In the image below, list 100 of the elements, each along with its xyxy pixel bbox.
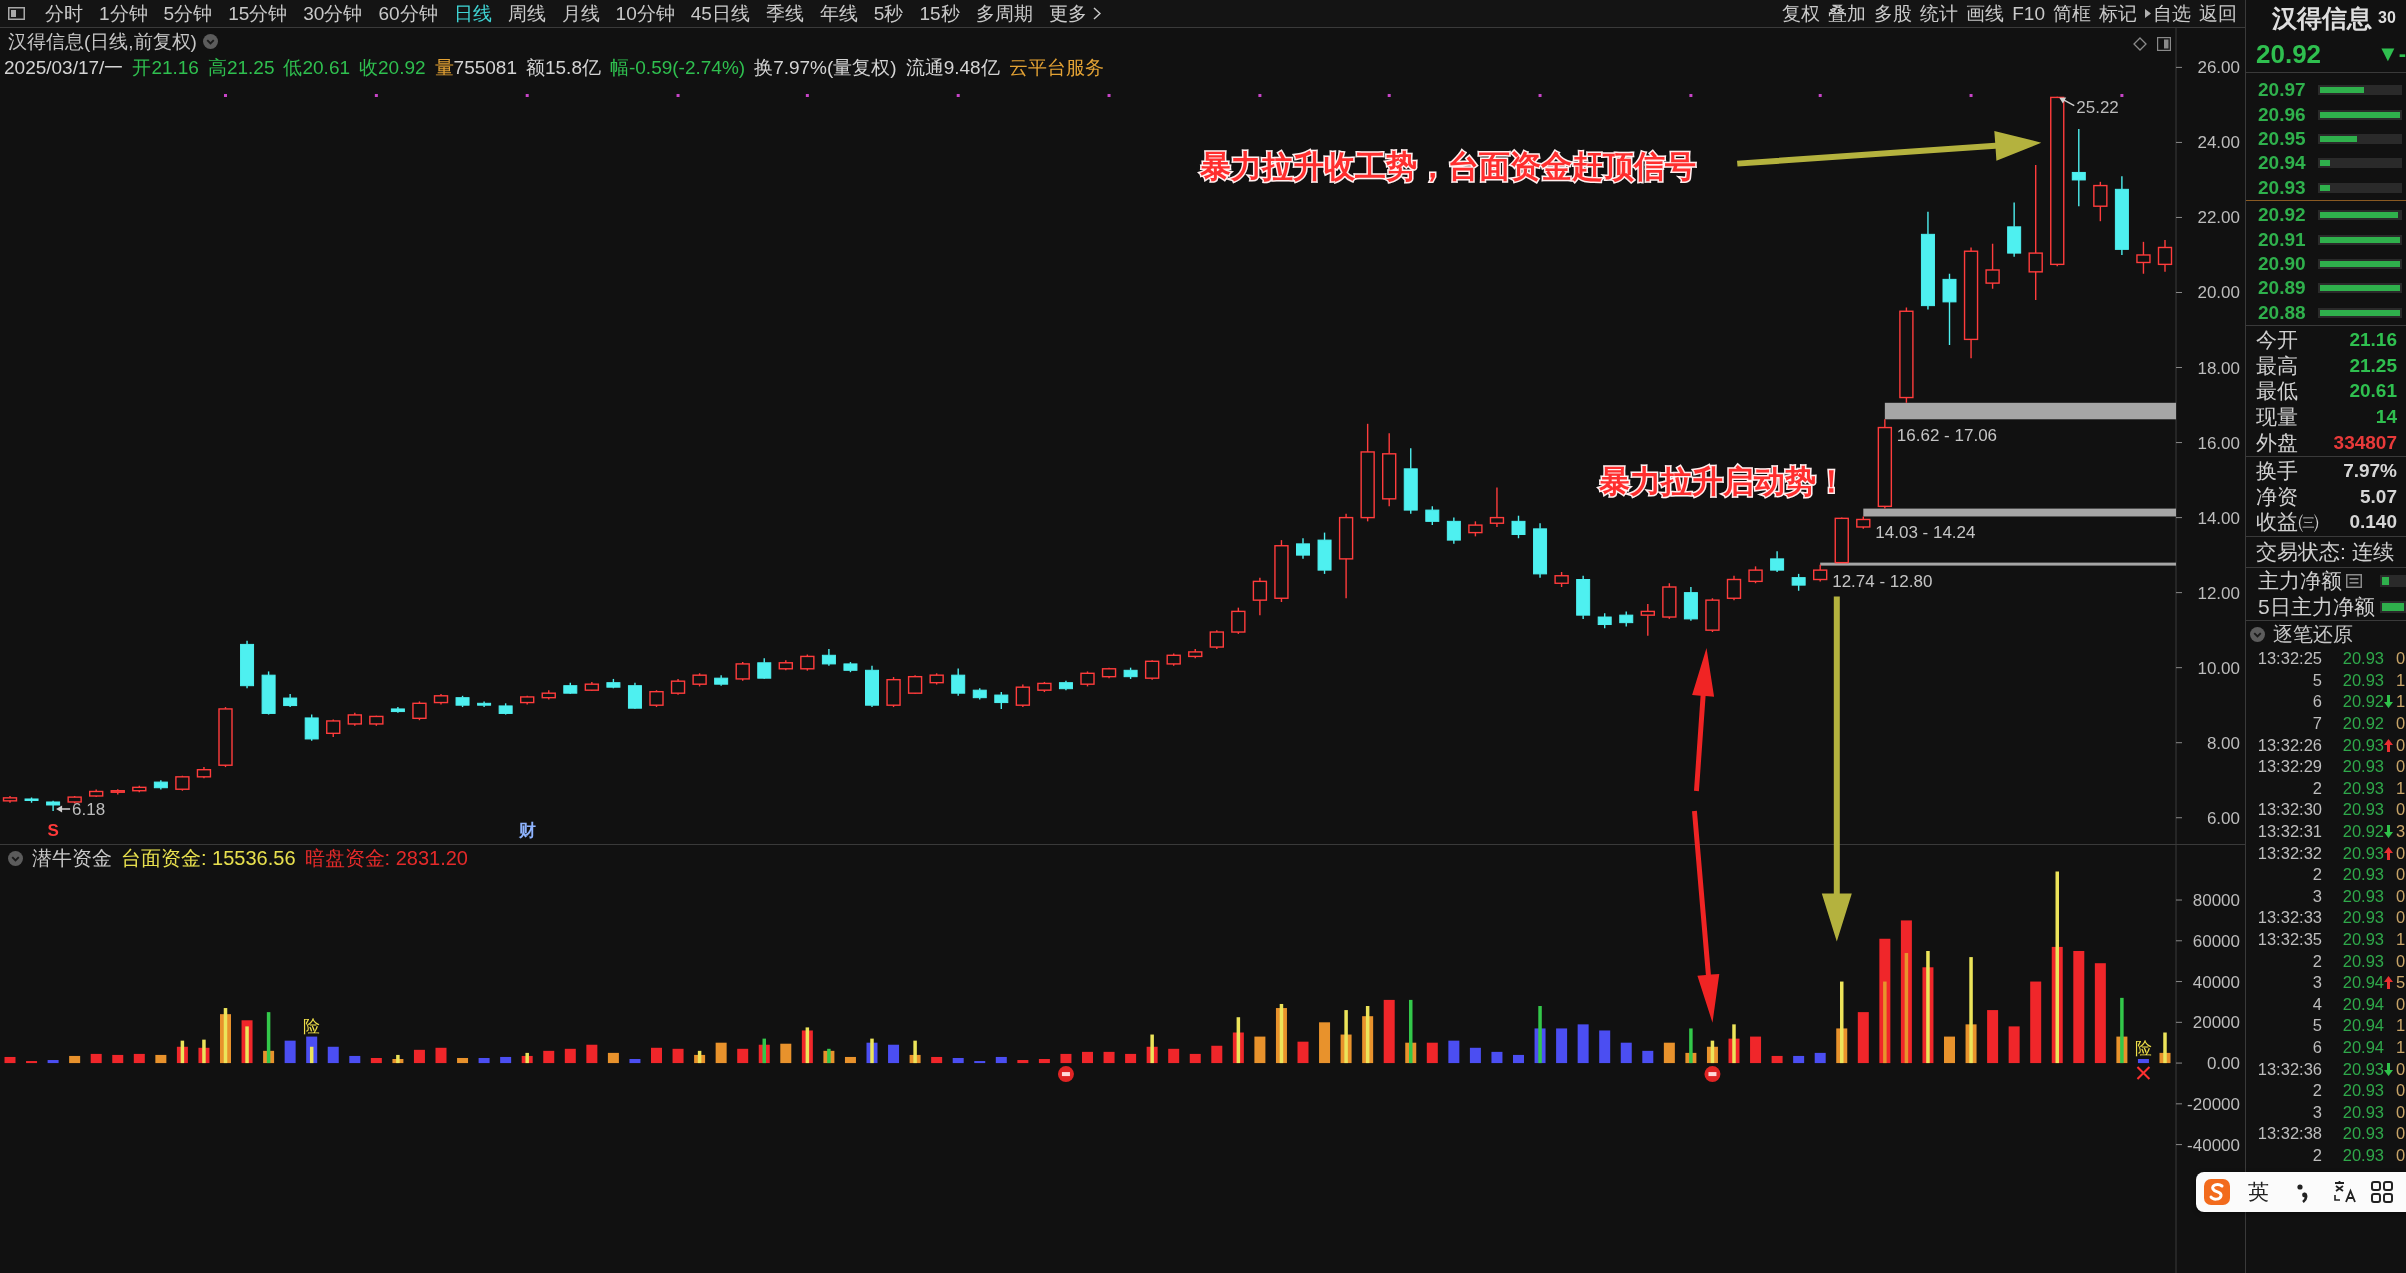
indicator-bar	[2137, 1059, 2149, 1064]
period-tab[interactable]: 年线	[811, 0, 866, 27]
axis-label: 20000	[2192, 1013, 2240, 1033]
candlestick	[886, 676, 901, 708]
indicator-bar	[1771, 1055, 1783, 1064]
logo-icon[interactable]	[2204, 1179, 2230, 1205]
candlestick	[1619, 610, 1634, 628]
grid-icon[interactable]	[2371, 1181, 2393, 1203]
quote-field: 低20.61	[283, 55, 350, 81]
trade-price: 20.93	[2341, 670, 2384, 690]
candlestick	[1856, 515, 1871, 530]
indicator-bar	[737, 1048, 749, 1064]
candlestick	[994, 691, 1009, 710]
trade-price: 20.94	[2341, 1038, 2384, 1057]
trade-price: 20.94	[2341, 994, 2384, 1014]
candlestick	[67, 795, 82, 805]
trade-price: 20.93	[2341, 865, 2384, 885]
toolbar-button[interactable]: 叠加	[1824, 0, 1871, 27]
dot-marker-icon	[1969, 94, 1973, 97]
bid-price: 20.92	[2258, 204, 2307, 227]
indicator-bar	[1189, 1053, 1201, 1064]
candlestick	[1188, 648, 1203, 659]
indicator-bar	[112, 1054, 124, 1064]
indicator-bar	[780, 1043, 792, 1064]
candlestick	[907, 674, 923, 695]
trade-price: 20.93	[2341, 735, 2384, 755]
period-tab[interactable]: 日线	[445, 0, 500, 27]
diamond-icon[interactable]	[2133, 37, 2147, 51]
toolbar-button[interactable]: 自选	[2141, 0, 2195, 27]
toolbar-button[interactable]: 画线	[1962, 0, 2009, 27]
period-tab[interactable]: 月线	[553, 0, 608, 27]
candlestick	[865, 665, 879, 708]
period-tab[interactable]: 5分钟	[155, 0, 221, 27]
indicator-bar	[1211, 1045, 1223, 1064]
candlestick	[1274, 539, 1289, 603]
chevron-circle-icon[interactable]	[8, 850, 23, 866]
period-tab[interactable]: 分时	[37, 0, 91, 27]
period-tab[interactable]: 季线	[757, 0, 812, 27]
toolbar-button[interactable]: 多股	[1870, 0, 1917, 27]
trade-price: 20.93	[2341, 1145, 2384, 1165]
candlestick	[347, 712, 362, 727]
language-toggle[interactable]: 英	[2248, 1178, 2269, 1206]
period-tab[interactable]: 10分钟	[607, 0, 683, 27]
trade-volume: 0	[2395, 994, 2406, 1014]
stat-label: 换手	[2256, 457, 2298, 484]
quote-field: 量755081	[434, 55, 517, 81]
trade-volume: 0	[2395, 843, 2406, 863]
candlestick	[1317, 531, 1332, 575]
trade-time: 5	[2311, 1016, 2322, 1036]
candlestick	[1533, 522, 1548, 579]
toolbar-button[interactable]: 返回	[2195, 0, 2241, 27]
axis-label: 18.00	[2197, 358, 2240, 378]
period-tab[interactable]: 60分钟	[370, 0, 446, 27]
punctuation-icon[interactable]	[2297, 1181, 2309, 1203]
pointer-arrow-icon	[56, 805, 71, 813]
toolbar-button[interactable]: 标记	[2095, 0, 2141, 27]
trade-time: 2	[2311, 865, 2322, 885]
panel-icon[interactable]	[2157, 37, 2171, 51]
quote-field: 流通9.48亿	[905, 55, 1000, 81]
axis-label: 10.00	[2197, 658, 2240, 678]
candlestick	[1123, 666, 1138, 680]
indicator-bar	[995, 1056, 1007, 1064]
more-menu-button[interactable]: 更多	[1040, 0, 1109, 27]
period-tab[interactable]: 多周期	[967, 0, 1041, 27]
axis-label: -20000	[2187, 1094, 2240, 1114]
toolbar-button[interactable]: 简框	[2049, 0, 2095, 27]
chevron-circle-icon[interactable]	[2250, 627, 2265, 642]
trade-time: 13:32:32	[2256, 843, 2322, 863]
candlestick	[1015, 683, 1031, 708]
circle-marker-icon	[1057, 1066, 1074, 1083]
chevron-circle-icon[interactable]	[202, 34, 218, 49]
candlestick	[1144, 659, 1160, 681]
trade-volume: 0	[2395, 735, 2406, 755]
stat-label: 外盘	[2256, 429, 2298, 456]
stat-value: 5.07	[2360, 485, 2397, 508]
translate-icon[interactable]	[2333, 1180, 2357, 1204]
indicator-bar	[974, 1061, 986, 1064]
candlestick	[89, 788, 104, 798]
indicator-bar	[1448, 1040, 1460, 1064]
candlestick	[843, 661, 858, 673]
toolbar-button[interactable]: 统计	[1916, 0, 1963, 27]
trade-volume: 0	[2395, 1059, 2406, 1079]
period-tab[interactable]: 周线	[499, 0, 554, 27]
period-tab[interactable]: 15分钟	[220, 0, 296, 27]
trade-volume: 1	[2395, 778, 2406, 798]
period-tab[interactable]: 30分钟	[295, 0, 371, 27]
period-tab[interactable]: 15秒	[911, 0, 968, 27]
period-tab[interactable]: 1分钟	[91, 0, 156, 27]
candlestick	[369, 715, 384, 727]
toolbar-button[interactable]: F10	[2008, 0, 2049, 27]
candlestick	[1468, 520, 1483, 538]
period-tab[interactable]: 45日线	[682, 0, 758, 27]
axis-label: 8.00	[2206, 733, 2240, 753]
panel-toggle-icon[interactable]	[8, 7, 25, 20]
toolbar-button[interactable]: 复权	[1778, 0, 1825, 27]
list-icon[interactable]	[2346, 574, 2362, 588]
period-tab[interactable]: 5秒	[865, 0, 912, 27]
candlestick	[1640, 603, 1655, 637]
candlestick	[1489, 486, 1505, 528]
indicator-bar	[1642, 1050, 1654, 1064]
